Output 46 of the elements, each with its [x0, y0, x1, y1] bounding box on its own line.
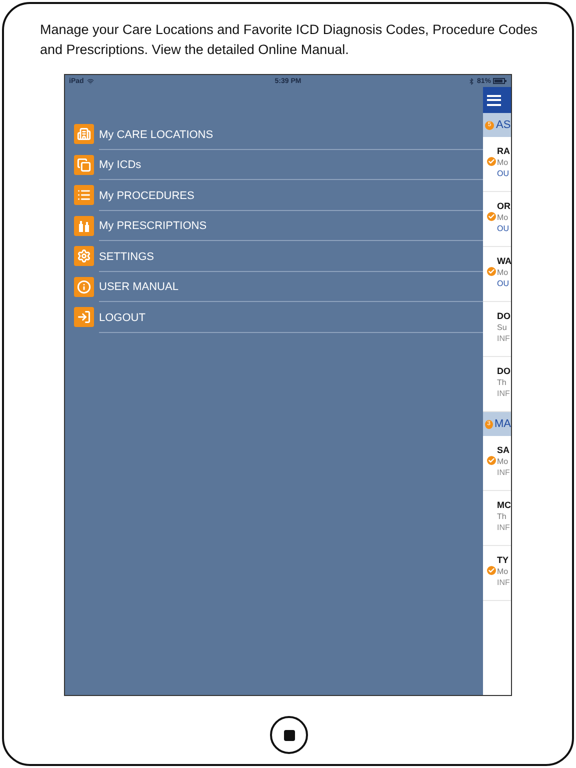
row-title: DO — [497, 310, 511, 322]
section-title: MA — [494, 418, 511, 430]
row-subtitle: Th — [497, 377, 508, 388]
row-subtitle: Mo — [497, 456, 510, 467]
menu-item[interactable]: My CARE LOCATIONS — [99, 119, 483, 150]
menu-item[interactable]: USER MANUAL — [99, 272, 483, 302]
row-title: OR — [497, 200, 511, 212]
row-title: RA — [497, 145, 511, 157]
menu-item[interactable]: My PRESCRIPTIONS — [99, 210, 483, 241]
list-row[interactable]: TY Mo INF — [483, 546, 511, 601]
list-row[interactable]: SA Mo INF — [483, 436, 511, 491]
row-title: TY — [497, 554, 510, 566]
row-status: INF — [497, 388, 511, 399]
row-subtitle: Mo — [497, 212, 510, 223]
row-status: OU — [497, 278, 510, 289]
menu-icon[interactable] — [487, 94, 501, 106]
row-title: MC — [497, 499, 511, 511]
bluetooth-icon — [468, 78, 475, 84]
home-button[interactable] — [270, 716, 308, 754]
row-status: INF — [497, 577, 511, 588]
row-subtitle: Th — [497, 511, 508, 522]
row-status: INF — [497, 333, 511, 344]
caption-text: Manage your Care Locations and Favorite ICD Diagnosis Codes, Procedure Codes and Prescriptions. View the detailed Online Manual. — [40, 21, 539, 59]
row-subtitle: Mo — [497, 157, 510, 168]
row-status: OU — [497, 168, 510, 179]
menu-item[interactable]: My PROCEDURES — [99, 180, 483, 210]
menu-item[interactable]: LOGOUT — [99, 302, 483, 332]
row-status: INF — [497, 467, 511, 478]
row-title: WA — [497, 255, 511, 267]
row-status: INF — [497, 522, 511, 533]
menu-item[interactable]: My ICDs — [99, 150, 483, 180]
wifi-icon — [86, 78, 94, 84]
list-row[interactable]: WA Mo OU — [483, 247, 511, 302]
list-row[interactable]: RA Mo OU — [483, 137, 511, 192]
row-subtitle: Mo — [497, 267, 510, 278]
row-title: SA — [497, 444, 511, 456]
section-title: AS — [496, 119, 511, 131]
battery-icon — [493, 78, 507, 84]
list-row[interactable]: OR Mo OU — [483, 192, 511, 247]
list-row[interactable]: DO Su INF — [483, 302, 511, 357]
row-subtitle: Su — [497, 322, 508, 333]
row-status: OU — [497, 223, 510, 234]
row-subtitle: Mo — [497, 566, 510, 577]
row-title: DO — [497, 365, 511, 377]
menu-item[interactable]: SETTINGS — [99, 241, 483, 272]
list-row[interactable]: MC Th INF — [483, 491, 511, 546]
